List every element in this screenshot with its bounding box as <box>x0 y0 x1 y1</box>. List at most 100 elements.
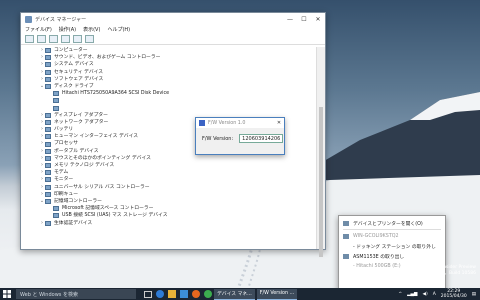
taskbar-item-device-manager[interactable]: デバイス マネ... <box>214 288 255 300</box>
tree-item-label: プロセッサ <box>54 141 78 147</box>
notifications-icon[interactable]: ▤ <box>472 292 476 297</box>
tree-item-label: 印刷キュー <box>54 191 78 197</box>
tree-item-label: モニター <box>54 177 74 183</box>
device-icon <box>45 199 51 205</box>
dialog-titlebar[interactable]: F/W Version 1.0 ✕ <box>196 118 284 128</box>
popup-menu-item[interactable]: デバイスとプリンターを開く(O) <box>339 218 445 228</box>
tree-item-label: ディスク ドライブ <box>54 83 94 89</box>
device-icon <box>45 170 51 176</box>
device-icon <box>45 76 51 82</box>
file-explorer-icon[interactable] <box>168 290 176 298</box>
up-arrow-icon[interactable]: ^ <box>398 292 402 297</box>
scrollbar-thumb[interactable] <box>319 107 323 257</box>
tree-item[interactable]: › サウンド、ビデオ、およびゲーム コントローラー <box>21 54 315 61</box>
tree-item-label: セキュリティ デバイス <box>54 69 104 75</box>
close-button[interactable]: ✕ <box>311 16 325 23</box>
tree-item[interactable]: Hitachi HTS725050A9A364 SCSI Disk Device <box>21 90 315 97</box>
menu-file[interactable]: ファイル(F) <box>25 26 52 33</box>
menu-help[interactable]: ヘルプ(H) <box>107 26 130 33</box>
tree-item-label: サウンド、ビデオ、およびゲーム コントローラー <box>54 55 161 61</box>
keyboard-icon[interactable]: A <box>433 292 436 297</box>
firefox-icon[interactable] <box>192 290 200 298</box>
popup-menu-item-label: WIN-GCOLI9KSTQ2 <box>353 233 399 239</box>
help-icon[interactable] <box>61 35 70 43</box>
dialog-close-button[interactable]: ✕ <box>274 120 284 126</box>
device-icon <box>45 134 51 140</box>
popup-menu-item[interactable]: ASM1153E の取り出し <box>339 251 445 261</box>
tree-item-label: 記憶域コントローラー <box>54 198 102 204</box>
store-icon[interactable] <box>180 290 188 298</box>
tree-item[interactable]: › モデム <box>21 169 315 176</box>
tree-item-label: USB 接続 SCSI (UAS) マス ストレージ デバイス <box>62 213 168 219</box>
tree-item-label: Hitachi HTS725050A9A364 SCSI Disk Device <box>62 91 170 97</box>
tree-item[interactable]: › 生体認証デバイス <box>21 220 315 227</box>
tree-item[interactable]: › セキュリティ デバイス <box>21 69 315 76</box>
volume-icon[interactable]: ◀) <box>422 292 427 297</box>
taskbar-item-fw-version[interactable]: F/W Version ... <box>256 288 298 300</box>
tree-item-label: ネットワーク アダプター <box>54 119 109 125</box>
minimize-button[interactable]: — <box>283 16 297 23</box>
device-icon <box>45 163 51 169</box>
tree-item[interactable]: ⌄ 記憶域コントローラー <box>21 198 315 205</box>
network-icon[interactable]: ▂▄▆ <box>407 292 417 297</box>
chrome-icon[interactable] <box>204 290 212 298</box>
properties-icon[interactable] <box>49 35 58 43</box>
start-button[interactable] <box>0 288 14 300</box>
menu-view[interactable]: 表示(V) <box>83 26 100 33</box>
tree-item[interactable] <box>21 105 315 112</box>
popup-menu-item-label: ASM1153E の取り出し <box>353 254 405 260</box>
popup-menu-item-label: - Hitachi 500GB (E:) <box>353 263 401 269</box>
tree-item[interactable] <box>21 97 315 104</box>
windows-logo-icon <box>3 290 11 298</box>
task-view-icon[interactable] <box>144 290 152 298</box>
popup-menu-item-label: デバイスとプリンターを開く(O) <box>353 221 423 227</box>
menu-action[interactable]: 操作(A) <box>59 26 76 33</box>
fw-version-label: F/W Version: <box>202 135 234 142</box>
tree-item[interactable]: › 印刷キュー <box>21 191 315 198</box>
tree-item[interactable]: USB 接続 SCSI (UAS) マス ストレージ デバイス <box>21 212 315 219</box>
device-icon <box>45 141 51 147</box>
display-icon[interactable] <box>85 35 94 43</box>
window-titlebar[interactable]: デバイス マネージャー — ☐ ✕ <box>21 13 325 25</box>
tree-item-label: Microsoft 記憶域スペース コントローラー <box>62 206 154 212</box>
tree-item[interactable]: › ソフトウェア デバイス <box>21 76 315 83</box>
tree-item[interactable]: › マウスとそのほかのポインティング デバイス <box>21 155 315 162</box>
tree-item[interactable]: › モニター <box>21 176 315 183</box>
tree-item[interactable]: Microsoft 記憶域スペース コントローラー <box>21 205 315 212</box>
maximize-button[interactable]: ☐ <box>297 16 311 23</box>
tree-item[interactable]: › メモリ テクノロジ デバイス <box>21 162 315 169</box>
vertical-scrollbar[interactable] <box>316 47 325 257</box>
popup-menu-item[interactable]: WIN-GCOLI9KSTQ2 <box>339 231 445 241</box>
tree-item-label: コンピューター <box>54 48 88 53</box>
eject-menu-popup: デバイスとプリンターを開く(O) WIN-GCOLI9KSTQ2 - ドッキング ス… <box>338 215 446 291</box>
fw-version-dialog[interactable]: F/W Version 1.0 ✕ F/W Version: 120603914… <box>195 117 285 155</box>
forward-icon[interactable] <box>37 35 46 43</box>
toolbar <box>21 34 325 45</box>
tree-item[interactable]: ⌄ ディスク ドライブ <box>21 83 315 90</box>
device-icon <box>45 48 51 54</box>
device-icon <box>45 62 51 68</box>
scan-hardware-icon[interactable] <box>73 35 82 43</box>
search-box[interactable]: Web と Windows を検索 <box>16 289 136 299</box>
tree-item-label: 生体認証デバイス <box>54 220 93 226</box>
device-icon <box>45 220 51 226</box>
build-watermark: Windows 10 Pro Insider Preview 評価版。Build… <box>405 265 476 277</box>
popup-menu-item[interactable]: - ドッキング ステーション の取り外し <box>339 241 445 251</box>
device-icon <box>45 191 51 197</box>
tree-item[interactable]: › システム デバイス <box>21 61 315 68</box>
device-icon <box>53 91 59 97</box>
usb-drive-icon <box>343 253 349 259</box>
popup-menu-item-label: - ドッキング ステーション の取り外し <box>353 244 436 250</box>
tree-item-label: モデム <box>54 170 69 176</box>
tree-item-label: バッテリ <box>54 127 74 133</box>
tree-item-label: マウスとそのほかのポインティング デバイス <box>54 155 151 161</box>
edge-icon[interactable] <box>156 290 164 298</box>
back-icon[interactable] <box>25 35 34 43</box>
tree-item[interactable]: › コンピューター <box>21 47 315 54</box>
fw-version-field[interactable]: 120603914206 <box>239 134 284 143</box>
device-icon <box>45 55 51 61</box>
app-icon <box>199 120 205 126</box>
taskbar: Web と Windows を検索 デバイス マネ... F/W Version… <box>0 288 480 300</box>
tree-item[interactable]: › ユニバーサル シリアル バス コントローラー <box>21 184 315 191</box>
clock[interactable]: 22:29 2015/04/30 <box>441 289 467 299</box>
